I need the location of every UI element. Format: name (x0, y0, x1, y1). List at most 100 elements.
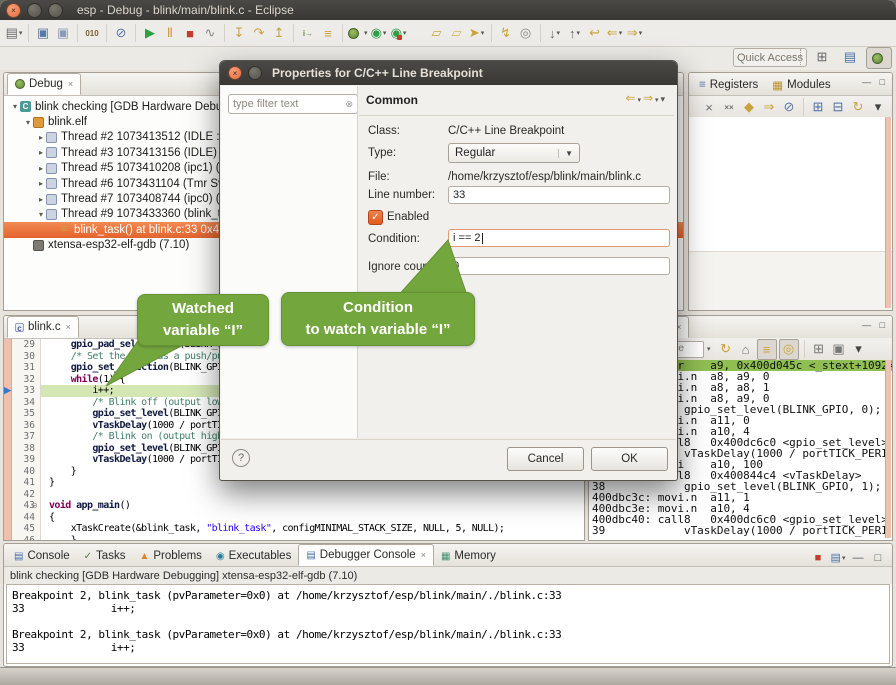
twisty-icon[interactable]: ▾ (23, 118, 33, 127)
window-maximize-button[interactable] (48, 3, 63, 18)
collapse-all-icon[interactable]: ⊟ (829, 98, 847, 117)
save-all-icon[interactable]: ▣ (54, 24, 72, 43)
location-dropdown-icon[interactable]: ▾ (707, 345, 711, 353)
tab-executables[interactable]: ◉Executables (209, 546, 298, 566)
condition-input[interactable]: i == 2 (448, 229, 670, 247)
terminate-icon[interactable]: ■ (181, 24, 199, 43)
pin-view-icon[interactable]: ▣ (830, 340, 848, 359)
close-icon[interactable]: × (66, 322, 71, 332)
disassembly-minmax[interactable]: — □ (862, 320, 888, 330)
chevron-down-icon[interactable]: ▾ (19, 29, 23, 37)
twisty-icon[interactable]: ▸ (36, 148, 46, 157)
tab-registers[interactable]: ≡Registers (692, 75, 765, 95)
dialog-close-button[interactable]: × (228, 66, 242, 80)
external-tools-icon[interactable]: ◉▾ (390, 24, 408, 43)
open-perspective-icon[interactable]: ⊞ (810, 47, 834, 67)
chevron-down-icon[interactable]: ▾ (383, 29, 387, 37)
tab-problems[interactable]: ▲Problems (132, 546, 208, 566)
step-into-icon[interactable]: ↧ (230, 24, 248, 43)
forward-icon[interactable]: ⇒ (643, 91, 653, 105)
debug-icon[interactable]: ▾ (348, 24, 368, 43)
view-menu-icon[interactable]: ▾ (850, 340, 868, 359)
chevron-down-icon[interactable]: ▾ (842, 554, 846, 562)
enabled-checkbox[interactable]: ✓ (368, 210, 383, 225)
maximize-icon[interactable]: □ (869, 548, 887, 567)
console-output[interactable]: Breakpoint 2, blink_task (pvParameter=0x… (6, 584, 890, 664)
chevron-down-icon[interactable]: ▾ (403, 29, 407, 37)
tab-console[interactable]: ▤Console (7, 546, 77, 566)
skip-all-breakpoints-icon[interactable]: ⊘ (780, 98, 798, 117)
launch-tool-icon[interactable]: ➤▾ (468, 24, 486, 43)
step-filters-icon[interactable]: ≡ (319, 24, 337, 43)
remove-icon[interactable]: × (700, 98, 718, 117)
minimize-icon[interactable]: — (849, 548, 867, 567)
remove-all-icon[interactable]: ×× (720, 98, 738, 117)
build-binary-icon[interactable]: 010 (83, 24, 101, 43)
window-close-button[interactable]: × (6, 3, 21, 18)
cpp-perspective-icon[interactable]: ▤ (838, 47, 862, 67)
step-return-icon[interactable]: ↥ (270, 24, 288, 43)
sync-selection-icon[interactable]: ◎ (779, 339, 799, 360)
window-minimize-button[interactable] (27, 3, 42, 18)
forward-icon[interactable]: ⇒▾ (626, 24, 644, 43)
new-wizard-icon[interactable]: ▤▾ (5, 24, 23, 43)
breakpoint-types-icon[interactable]: ◆ (740, 98, 758, 117)
overview-ruler[interactable] (885, 360, 891, 538)
tab-blink-c[interactable]: c blink.c × (7, 316, 79, 338)
refresh-icon[interactable]: ↻ (717, 340, 735, 359)
filter-input[interactable]: type filter text ⊗ (228, 94, 358, 114)
back-icon[interactable]: ⇐ (626, 91, 636, 105)
view-menu-icon[interactable]: ▾ (660, 94, 665, 104)
line-number-input[interactable]: 33 (448, 186, 670, 204)
tab-memory[interactable]: ▦Memory (434, 546, 503, 566)
disconnect-icon[interactable]: ∿ (201, 24, 219, 43)
expand-all-icon[interactable]: ⊞ (809, 98, 827, 117)
terminate-icon[interactable]: ■ (809, 548, 827, 567)
mark-occurrences-icon[interactable]: ◎ (517, 24, 535, 43)
twisty-icon[interactable]: ▾ (10, 102, 20, 111)
debug-perspective-icon[interactable] (866, 47, 892, 69)
overview-ruler[interactable] (885, 117, 891, 308)
back-icon[interactable]: ⇐▾ (606, 24, 624, 43)
fold-collapse-icon[interactable]: ⊖ (31, 500, 38, 512)
twisty-icon[interactable]: ▾ (36, 210, 46, 219)
ok-button[interactable]: OK (591, 447, 668, 471)
breakpoint-marker[interactable]: ▶ (4, 385, 18, 397)
home-icon[interactable]: ⌂ (737, 340, 755, 359)
tab-tasks[interactable]: ✓Tasks (77, 546, 133, 566)
previous-annotation-icon[interactable]: ↑▾ (566, 24, 584, 43)
lightning-icon[interactable]: ↯ (497, 24, 515, 43)
tab-modules[interactable]: ▦Modules (765, 75, 837, 95)
registers-minmax[interactable]: — □ (862, 77, 888, 87)
tab-debugger-console[interactable]: ▤Debugger Console× (298, 544, 434, 566)
twisty-icon[interactable]: ▸ (36, 133, 46, 142)
chevron-down-icon[interactable]: ▾ (577, 29, 581, 37)
close-icon[interactable]: × (68, 79, 73, 89)
last-edit-location-icon[interactable]: ↩ (586, 24, 604, 43)
dialog-restore-button[interactable] (248, 66, 262, 80)
open-type-icon[interactable]: ▱ (428, 24, 446, 43)
back-dropdown-icon[interactable]: ▾ (636, 97, 643, 104)
close-icon[interactable]: × (421, 550, 426, 560)
twisty-icon[interactable]: ▸ (36, 195, 46, 204)
link-with-debug-icon[interactable]: ↻ (849, 98, 867, 117)
twisty-icon[interactable]: ▸ (36, 179, 46, 188)
ignore-count-input[interactable]: 0 (448, 257, 670, 275)
skip-breakpoints-icon[interactable]: ⊘ (112, 24, 130, 43)
step-over-icon[interactable]: ↷ (250, 24, 268, 43)
twisty-icon[interactable]: ▸ (36, 164, 46, 173)
chevron-down-icon[interactable]: ▾ (481, 29, 485, 37)
chevron-down-icon[interactable]: ▾ (639, 29, 643, 37)
show-source-icon[interactable]: ≡ (757, 339, 777, 360)
open-resource-icon[interactable]: ▱ (448, 24, 466, 43)
suspend-icon[interactable]: Ⅱ (161, 24, 179, 43)
type-select[interactable]: Regular ▼ (448, 143, 580, 163)
chevron-down-icon[interactable]: ▾ (619, 29, 623, 37)
help-button[interactable]: ? (232, 449, 250, 467)
chevron-down-icon[interactable]: ▾ (557, 29, 561, 37)
save-icon[interactable]: ▣ (34, 24, 52, 43)
next-annotation-icon[interactable]: ↓▾ (546, 24, 564, 43)
instruction-stepping-icon[interactable]: i→ (299, 24, 317, 43)
cancel-button[interactable]: Cancel (507, 447, 584, 471)
run-icon[interactable]: ◉▾ (370, 24, 388, 43)
